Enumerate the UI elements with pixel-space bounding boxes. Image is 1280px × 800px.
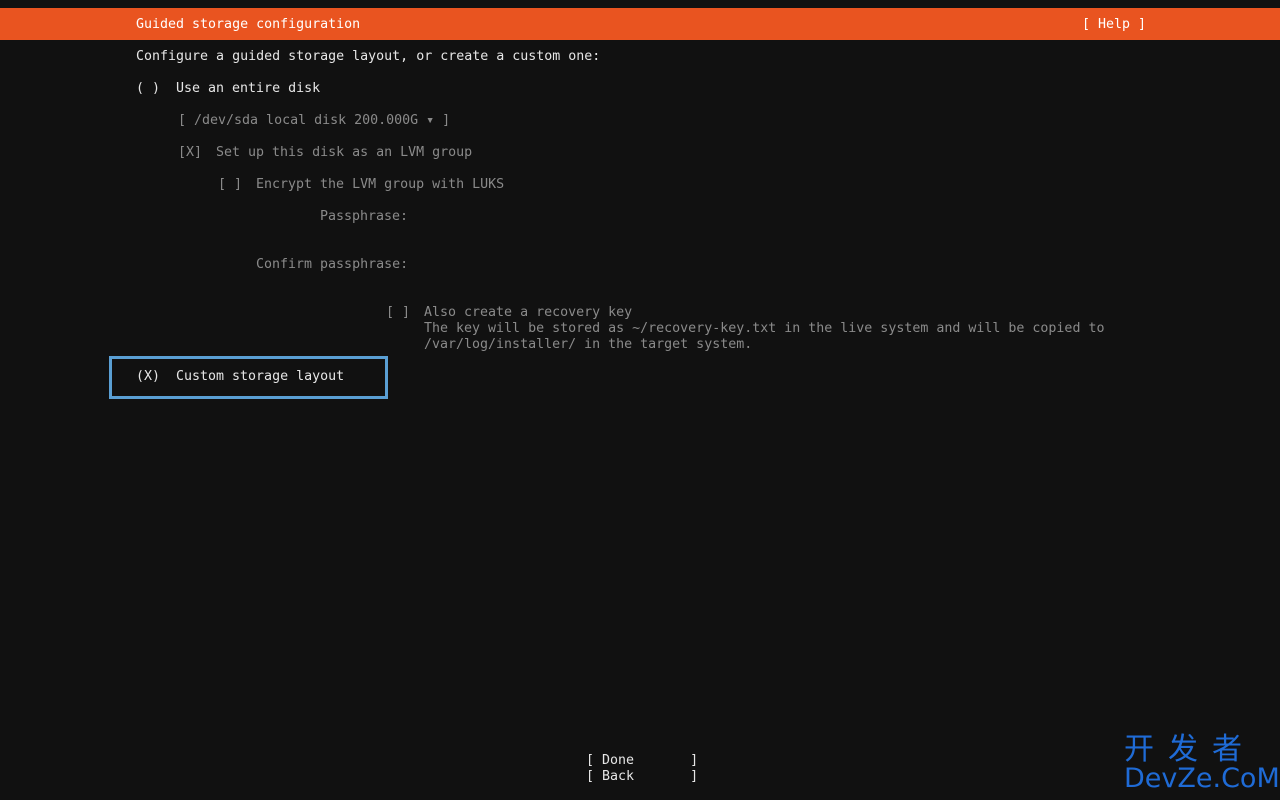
entire-disk-label[interactable]: Use an entire disk [176, 81, 320, 97]
watermark-en-text: DevZe.CoM [1124, 763, 1280, 794]
passphrase-label: Passphrase: [320, 209, 409, 224]
watermark-cn-text: 开发者 [1124, 732, 1256, 767]
lvm-checkbox[interactable]: [X] [178, 145, 202, 161]
header-bar: Guided storage configuration [ Help ] [0, 8, 1280, 40]
disk-select[interactable]: [ /dev/sda local disk 200.000G ▾ ] [178, 113, 450, 129]
recovery-key-checkbox[interactable]: [ ] [386, 305, 410, 321]
lvm-label[interactable]: Set up this disk as an LVM group [216, 145, 472, 161]
watermark-logo: 开发者 DevZe.CoM [1124, 732, 1280, 796]
page-title: Guided storage configuration [136, 17, 361, 32]
recovery-key-description-line1: The key will be stored as ~/recovery-key… [424, 321, 1105, 336]
passphrase-input[interactable] [420, 205, 820, 227]
custom-layout-radio[interactable]: (X) [136, 369, 160, 385]
entire-disk-radio[interactable]: ( ) [136, 81, 160, 97]
intro-text: Configure a guided storage layout, or cr… [136, 49, 601, 64]
recovery-key-description-line2: /var/log/installer/ in the target system… [424, 337, 753, 352]
confirm-passphrase-label: Confirm passphrase: [256, 257, 409, 272]
confirm-passphrase-input[interactable] [420, 253, 820, 275]
encrypt-checkbox[interactable]: [ ] [218, 177, 242, 193]
help-button[interactable]: [ Help ] [1082, 17, 1146, 33]
done-button[interactable]: [ Done ] [586, 753, 698, 769]
custom-layout-label[interactable]: Custom storage layout [176, 369, 344, 385]
encrypt-label[interactable]: Encrypt the LVM group with LUKS [256, 177, 504, 193]
recovery-key-label[interactable]: Also create a recovery key [424, 305, 632, 321]
back-button[interactable]: [ Back ] [586, 769, 698, 785]
